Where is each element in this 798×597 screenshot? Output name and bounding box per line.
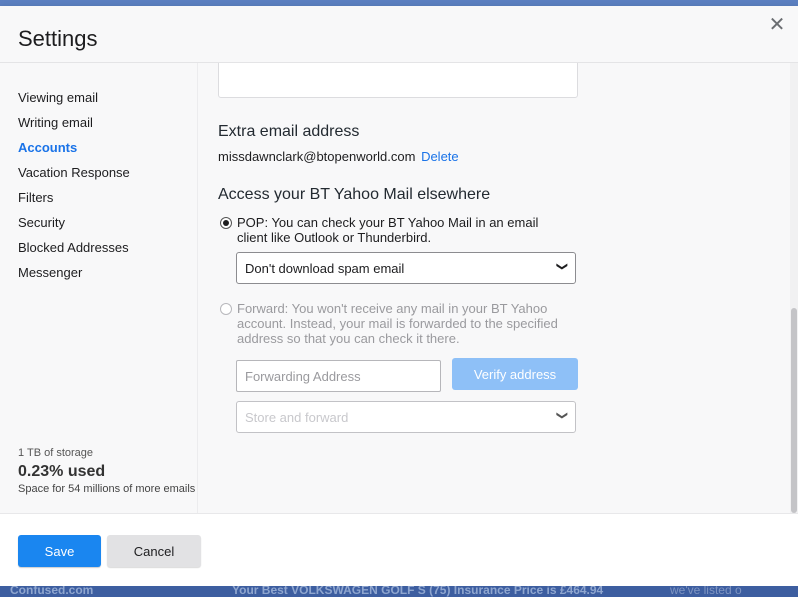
sidebar-item-blocked-addresses[interactable]: Blocked Addresses: [18, 240, 129, 255]
extra-email-line: missdawnclark@btopenworld.com Delete: [218, 149, 459, 164]
sidebar-item-writing-email[interactable]: Writing email: [18, 115, 93, 130]
extra-email-address: missdawnclark@btopenworld.com: [218, 149, 416, 164]
scrollbar-thumb[interactable]: [791, 308, 797, 513]
storage-info: 1 TB of storage 0.23% used Space for 54 …: [18, 447, 195, 495]
sidebar-item-viewing-email[interactable]: Viewing email: [18, 90, 98, 105]
delete-email-link[interactable]: Delete: [421, 149, 459, 164]
sidebar-item-security[interactable]: Security: [18, 215, 65, 230]
pop-radio[interactable]: [220, 217, 232, 229]
ad-text: Your Best VOLKSWAGEN GOLF S (75) Insuran…: [232, 586, 604, 597]
extra-email-heading: Extra email address: [218, 123, 360, 140]
cancel-button[interactable]: Cancel: [107, 535, 201, 567]
chevron-down-icon: ❯: [555, 261, 568, 272]
storage-space-note: Space for 54 millions of more emails: [18, 483, 196, 495]
save-button[interactable]: Save: [18, 535, 101, 567]
storage-capacity: 1 TB of storage: [18, 447, 94, 459]
chevron-down-icon: ❯: [555, 410, 568, 421]
verify-address-button[interactable]: Verify address: [452, 358, 578, 390]
pop-spam-select[interactable]: Don't download spam email ❯: [236, 252, 576, 284]
storage-used: 0.23% used: [18, 463, 106, 480]
dialog-footer: Save Cancel: [0, 513, 798, 586]
content-scrollbar[interactable]: [790, 63, 798, 513]
forwarding-address-input[interactable]: [236, 360, 441, 392]
previous-section-box: [218, 63, 578, 98]
background-ad-strip: Confused.com Your Best VOLKSWAGEN GOLF S…: [0, 586, 798, 597]
settings-dialog: Settings ✕ Viewing email Writing email A…: [0, 6, 798, 586]
sidebar-item-filters[interactable]: Filters: [18, 190, 53, 205]
forward-mode-select[interactable]: Store and forward ❯: [236, 401, 576, 433]
settings-sidebar: Viewing email Writing email Accounts Vac…: [0, 63, 198, 513]
ad-brand: Confused.com: [10, 586, 94, 597]
sidebar-item-messenger[interactable]: Messenger: [18, 265, 82, 280]
settings-content: Extra email address missdawnclark@btopen…: [198, 63, 790, 513]
ad-tail: we've listed o: [670, 586, 742, 597]
sidebar-item-accounts[interactable]: Accounts: [18, 140, 77, 155]
close-icon[interactable]: ✕: [768, 15, 786, 35]
sidebar-item-vacation-response[interactable]: Vacation Response: [18, 165, 130, 180]
pop-radio-label: POP: You can check your BT Yahoo Mail in…: [237, 215, 539, 245]
dialog-title: Settings: [18, 26, 98, 51]
pop-spam-select-value: Don't download spam email: [245, 261, 405, 276]
dialog-header: Settings ✕: [0, 6, 798, 63]
forward-mode-select-value: Store and forward: [245, 410, 349, 425]
forward-radio-label: Forward: You won't receive any mail in y…: [237, 301, 558, 346]
forward-radio[interactable]: [220, 303, 232, 315]
access-elsewhere-heading: Access your BT Yahoo Mail elsewhere: [218, 186, 491, 203]
